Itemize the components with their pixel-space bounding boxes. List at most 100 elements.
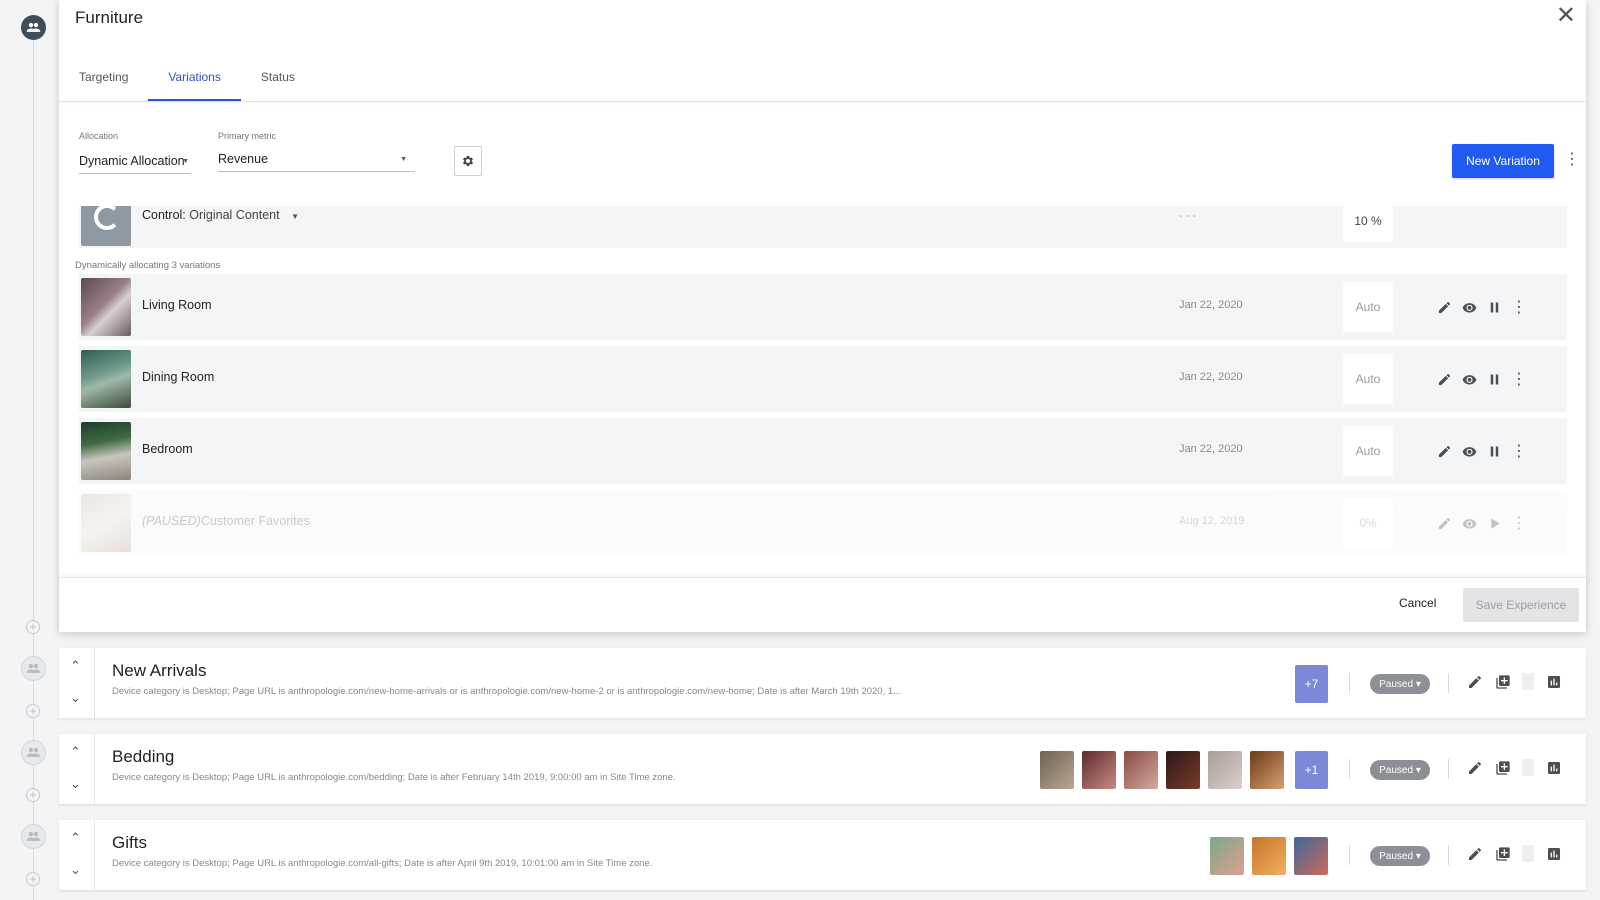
kebab-icon[interactable]: ⋮: [1511, 515, 1527, 532]
variation-actions: ⋮: [1436, 371, 1527, 388]
experience-actions: [1466, 673, 1562, 690]
status-badge[interactable]: Paused ▾: [1370, 760, 1430, 780]
kebab-icon[interactable]: ⋮: [1511, 443, 1527, 460]
control-allocation[interactable]: 10 %: [1343, 206, 1393, 242]
variation-allocation[interactable]: Auto: [1343, 282, 1393, 332]
variation-thumbnail[interactable]: [1208, 751, 1242, 789]
variation-thumbnail[interactable]: [1040, 751, 1074, 789]
variation-allocation[interactable]: Auto: [1343, 354, 1393, 404]
add-box-icon[interactable]: [1494, 759, 1511, 776]
audience-icon: [21, 15, 46, 40]
play-icon[interactable]: [1486, 515, 1502, 531]
variation-allocation[interactable]: Auto: [1343, 426, 1393, 476]
chevron-down-icon[interactable]: ⌄: [70, 862, 81, 878]
chevron-down-icon[interactable]: ⌄: [70, 690, 81, 706]
variation-row-customer-favorites[interactable]: (PAUSED)Customer Favorites Aug 12, 2019 …: [79, 490, 1567, 556]
new-variation-button[interactable]: New Variation: [1452, 144, 1554, 178]
variation-name: Living Room: [142, 298, 212, 312]
tab-variations[interactable]: Variations: [148, 58, 242, 101]
add-box-icon[interactable]: [1494, 845, 1511, 862]
divider: [1349, 673, 1350, 693]
eye-icon[interactable]: [1461, 515, 1477, 531]
eye-icon[interactable]: [1461, 299, 1477, 315]
status-badge[interactable]: Paused ▾: [1370, 846, 1430, 866]
audience-icon: [21, 824, 46, 849]
close-icon[interactable]: ✕: [1556, 4, 1576, 28]
variation-thumbnail[interactable]: [1294, 837, 1328, 875]
primary-metric-label: Primary metric: [218, 131, 276, 141]
control-thumbnail: [81, 206, 131, 246]
variation-thumbnail[interactable]: [1210, 837, 1244, 875]
more-variations-badge[interactable]: +1: [1295, 751, 1328, 789]
experience-editor-modal: Furniture ✕ Targeting Variations Status …: [59, 0, 1586, 632]
variation-thumbnail[interactable]: [1082, 751, 1116, 789]
timeline-add-icon[interactable]: +: [26, 704, 40, 718]
timeline-add-icon[interactable]: +: [26, 872, 40, 886]
reorder-controls: ⌃ ⌄: [59, 648, 95, 718]
variation-row-dining-room[interactable]: Dining Room Jan 22, 2020 Auto ⋮: [79, 346, 1567, 412]
cancel-button[interactable]: Cancel: [1399, 596, 1436, 610]
pause-icon[interactable]: [1486, 299, 1502, 315]
timeline-add-icon[interactable]: +: [26, 620, 40, 634]
variation-actions: ⋮: [1436, 299, 1527, 316]
pencil-icon[interactable]: [1436, 371, 1452, 387]
kebab-icon[interactable]: ⋮: [1564, 150, 1580, 170]
tab-targeting[interactable]: Targeting: [59, 58, 148, 101]
variation-row-living-room[interactable]: Living Room Jan 22, 2020 Auto ⋮: [79, 274, 1567, 340]
pause-icon[interactable]: [1486, 371, 1502, 387]
variation-row-bedroom[interactable]: Bedroom Jan 22, 2020 Auto ⋮: [79, 418, 1567, 484]
experience-card-bedding[interactable]: ⌃ ⌄ Bedding Device category is Desktop; …: [59, 734, 1586, 804]
variation-list: Control: Original Content ▼ - - - 10 % L…: [79, 206, 1567, 577]
primary-metric-value: Revenue: [218, 152, 269, 166]
more-variations-badge[interactable]: +7: [1295, 665, 1328, 703]
pencil-icon[interactable]: [1436, 443, 1452, 459]
experience-title: New Arrivals: [112, 661, 207, 680]
control-row[interactable]: Control: Original Content ▼ - - - 10 %: [79, 206, 1567, 248]
chevron-up-icon[interactable]: ⌃: [70, 744, 81, 760]
primary-metric-select[interactable]: Revenue ▼: [218, 148, 415, 172]
placeholder-slot: [1522, 845, 1534, 862]
status-badge[interactable]: Paused ▾: [1370, 674, 1430, 694]
pencil-icon[interactable]: [1436, 299, 1452, 315]
variation-thumbnail[interactable]: [1124, 751, 1158, 789]
tab-status[interactable]: Status: [241, 58, 315, 101]
settings-button[interactable]: [454, 146, 482, 176]
bar-chart-icon[interactable]: [1545, 759, 1562, 776]
variation-thumbnail: [81, 422, 131, 480]
divider: [1448, 673, 1449, 693]
timeline-line: [33, 30, 34, 900]
modal-footer: Cancel Save Experience: [59, 577, 1586, 632]
variation-name: Bedroom: [142, 442, 193, 456]
experience-card-new-arrivals[interactable]: ⌃ ⌄ New Arrivals Device category is Desk…: [59, 648, 1586, 718]
timeline-add-icon[interactable]: +: [26, 788, 40, 802]
variation-thumbnail[interactable]: [1252, 837, 1286, 875]
add-box-icon[interactable]: [1494, 673, 1511, 690]
variation-allocation[interactable]: 0%: [1343, 498, 1393, 548]
pause-icon[interactable]: [1486, 443, 1502, 459]
pencil-icon[interactable]: [1466, 673, 1483, 690]
experience-actions: [1466, 845, 1562, 862]
chevron-up-icon[interactable]: ⌃: [70, 830, 81, 846]
chevron-down-icon[interactable]: ⌄: [70, 776, 81, 792]
chevron-down-icon: ▼: [182, 158, 189, 165]
pencil-icon[interactable]: [1436, 515, 1452, 531]
variation-thumbnail[interactable]: [1250, 751, 1284, 789]
variation-thumbnail[interactable]: [1166, 751, 1200, 789]
reorder-controls: ⌃ ⌄: [59, 734, 95, 804]
allocation-label: Allocation: [79, 131, 119, 141]
eye-icon[interactable]: [1461, 443, 1477, 459]
eye-icon[interactable]: [1461, 371, 1477, 387]
save-experience-button[interactable]: Save Experience: [1463, 588, 1579, 622]
allocation-value: Dynamic Allocation: [79, 154, 185, 168]
pencil-icon[interactable]: [1466, 845, 1483, 862]
variation-actions: ⋮: [1436, 515, 1527, 532]
bar-chart-icon[interactable]: [1545, 845, 1562, 862]
pencil-icon[interactable]: [1466, 759, 1483, 776]
kebab-icon[interactable]: ⋮: [1511, 371, 1527, 388]
kebab-icon[interactable]: ⋮: [1511, 299, 1527, 316]
chevron-up-icon[interactable]: ⌃: [70, 658, 81, 674]
chevron-down-icon[interactable]: ▼: [291, 212, 299, 221]
bar-chart-icon[interactable]: [1545, 673, 1562, 690]
allocation-select[interactable]: Dynamic Allocation ▼: [79, 150, 191, 174]
experience-card-gifts[interactable]: ⌃ ⌄ Gifts Device category is Desktop; Pa…: [59, 820, 1586, 890]
